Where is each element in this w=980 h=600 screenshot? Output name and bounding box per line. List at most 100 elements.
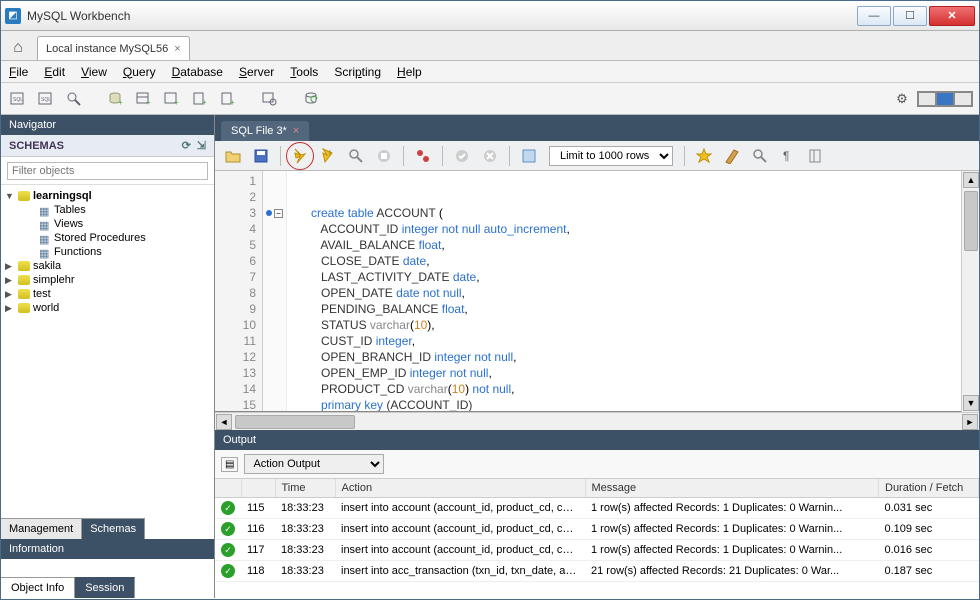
new-sql-tab-icon[interactable]: SQL [7,88,29,110]
refresh-icon[interactable]: ⟳ [182,139,191,152]
wrap-icon[interactable]: ¶ [776,144,800,168]
home-icon[interactable]: ⌂ [5,36,31,60]
toggle-sidebar[interactable] [918,92,936,106]
tree-schema[interactable]: ▶sakila [3,259,212,273]
output-list-icon[interactable]: ▤ [221,457,238,472]
execute-current-icon[interactable]: I [316,144,340,168]
search-table-icon[interactable] [259,88,281,110]
svg-text:+: + [230,98,235,107]
expand-icon[interactable]: ⇲ [197,139,206,152]
tree-schema[interactable]: ▶simplehr [3,273,212,287]
file-tab-label: SQL File 3* [231,125,287,137]
svg-text:+: + [146,98,151,107]
tab-management[interactable]: Management [1,518,82,539]
connection-tab-label: Local instance MySQL56 [46,43,168,55]
tree-schema[interactable]: ▶test [3,287,212,301]
create-table-icon[interactable]: + [133,88,155,110]
schema-tree[interactable]: ▼learningsql TablesViewsStored Procedure… [1,185,214,518]
tab-schemas[interactable]: Schemas [82,518,145,539]
editor-vscrollbar[interactable]: ▲▼ [961,171,979,412]
create-function-icon[interactable]: + [217,88,239,110]
menu-query[interactable]: Query [123,65,156,79]
create-procedure-icon[interactable]: + [189,88,211,110]
schemas-header: SCHEMAS ⟳ ⇲ [1,135,214,157]
database-icon [18,261,30,271]
close-file-icon[interactable]: × [293,125,299,137]
create-schema-icon[interactable]: + [105,88,127,110]
output-row[interactable]: ✓11718:33:23insert into account (account… [215,540,979,561]
output-col[interactable] [241,479,275,498]
tree-folder[interactable]: Stored Procedures [3,231,212,245]
stop-icon[interactable] [372,144,396,168]
tab-session[interactable]: Session [75,577,135,598]
menu-help[interactable]: Help [397,65,422,79]
menu-scripting[interactable]: Scripting [334,65,381,79]
tree-folder[interactable]: Views [3,217,212,231]
tree-folder[interactable]: Tables [3,203,212,217]
output-col[interactable]: Message [585,479,879,498]
titlebar: ◩ MySQL Workbench — ☐ ✕ [1,1,979,31]
output-col[interactable]: Action [335,479,585,498]
status-ok-icon: ✓ [221,543,235,557]
open-file-icon[interactable] [221,144,245,168]
open-sql-icon[interactable]: SQL [35,88,57,110]
schemas-title: SCHEMAS [9,140,64,152]
close-tab-icon[interactable]: × [174,43,180,55]
folder-icon [39,219,51,229]
output-row[interactable]: ✓11518:33:23insert into account (account… [215,498,979,519]
app-icon: ◩ [5,8,21,24]
invisible-chars-icon[interactable] [748,144,772,168]
menu-database[interactable]: Database [172,65,223,79]
toggle-autocommit-icon[interactable] [411,144,435,168]
beautify-icon[interactable] [692,144,716,168]
toggle-secondary[interactable] [936,92,954,106]
output-col[interactable] [215,479,241,498]
explain-icon[interactable] [344,144,368,168]
output-type-select[interactable]: Action Output [244,454,384,474]
code-area[interactable]: create table ACCOUNT ( ACCOUNT_ID intege… [287,171,961,411]
fold-column[interactable]: − [263,171,287,411]
tab-object-info[interactable]: Object Info [1,577,75,598]
editor-hscrollbar[interactable]: ◄► [215,412,979,430]
output-filter-row: ▤ Action Output [215,450,979,479]
svg-text:+: + [118,98,123,107]
snippets-icon[interactable] [804,144,828,168]
menu-view[interactable]: View [81,65,107,79]
minimize-button[interactable]: — [857,6,891,26]
limit-select[interactable]: Limit to 1000 rows [549,146,673,166]
settings-icon[interactable]: ⚙ [891,88,913,110]
tree-folder[interactable]: Functions [3,245,212,259]
tree-schema[interactable]: ▶world [3,301,212,315]
filter-row [1,157,214,185]
commit-icon[interactable] [450,144,474,168]
connection-tab[interactable]: Local instance MySQL56 × [37,36,190,60]
status-ok-icon: ✓ [221,501,235,515]
create-view-icon[interactable]: + [161,88,183,110]
save-file-icon[interactable] [249,144,273,168]
maximize-button[interactable]: ☐ [893,6,927,26]
file-tab[interactable]: SQL File 3* × [221,121,309,141]
execute-icon[interactable] [288,144,312,168]
filter-input[interactable] [7,162,208,180]
output-col[interactable]: Time [275,479,335,498]
close-button[interactable]: ✕ [929,6,975,26]
database-icon [18,191,30,201]
output-header: Output [215,430,979,450]
editor[interactable]: 12345678910111213141516 − create table A… [215,171,961,412]
toggle-output[interactable] [954,92,972,106]
folder-icon [39,247,51,257]
rollback-icon[interactable] [478,144,502,168]
limit-config-icon[interactable] [517,144,541,168]
menu-tools[interactable]: Tools [290,65,318,79]
output-col[interactable]: Duration / Fetch [879,479,979,498]
output-row[interactable]: ✓11818:33:23insert into acc_transaction … [215,561,979,582]
output-row[interactable]: ✓11618:33:23insert into account (account… [215,519,979,540]
information-header: Information [1,539,214,559]
reconnect-icon[interactable] [301,88,323,110]
find-icon[interactable] [720,144,744,168]
menu-edit[interactable]: Edit [44,65,65,79]
menu-file[interactable]: File [9,65,28,79]
menu-server[interactable]: Server [239,65,274,79]
inspector-icon[interactable] [63,88,85,110]
schema-learningsql[interactable]: learningsql [33,190,92,202]
